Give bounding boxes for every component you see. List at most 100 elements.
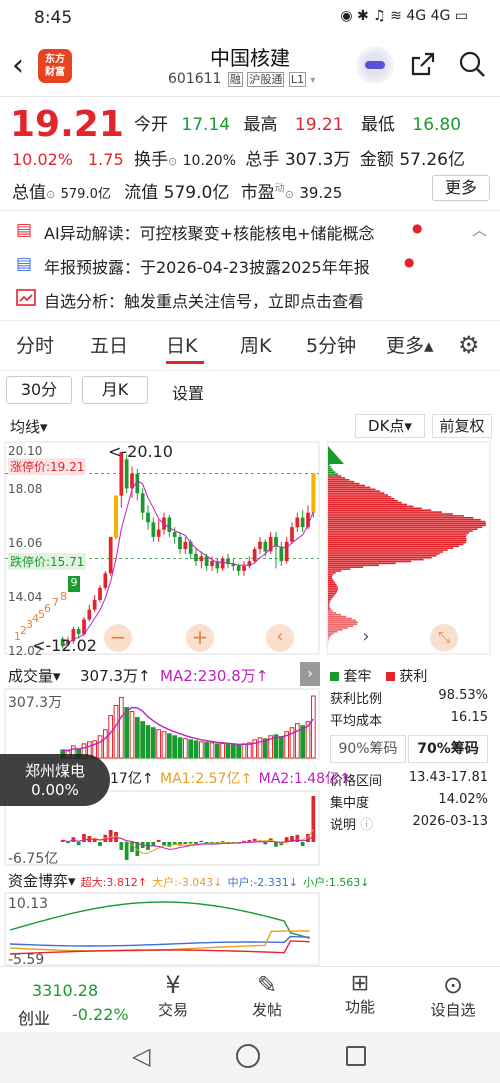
volume-bar — [182, 738, 188, 759]
back-arrow-icon[interactable]: ‹ — [12, 48, 24, 83]
tab-monthly-k[interactable]: 月K — [82, 376, 148, 404]
chip-bar — [328, 541, 466, 544]
fullscreen-icon[interactable]: ⤡ — [430, 624, 458, 652]
adjust-button[interactable]: 前复权 — [432, 414, 492, 438]
more-button[interactable]: 更多 — [432, 175, 490, 201]
info-icon[interactable]: ⓘ — [360, 818, 373, 833]
edit-icon: ✎ — [256, 971, 278, 999]
chip-bar — [328, 566, 364, 568]
index-pct[interactable]: -0.22% — [72, 1005, 129, 1024]
volume-bar — [204, 741, 210, 759]
index-value[interactable]: 3310.28 — [32, 981, 98, 1000]
volume-bar — [257, 737, 263, 759]
back-nav-icon[interactable]: ◁ — [132, 1042, 150, 1070]
badge-margin: 融 — [227, 72, 243, 87]
info-icon[interactable]: ⊙ — [168, 155, 177, 168]
chip-bar — [328, 594, 335, 597]
tab-daily-k[interactable]: 日K — [166, 331, 197, 358]
recents-nav-icon[interactable] — [346, 1046, 366, 1066]
robot-avatar-icon[interactable] — [356, 46, 394, 84]
chip-bar — [328, 583, 337, 586]
ma-dropdown[interactable]: 均线▾ — [10, 416, 48, 437]
tab-five-day[interactable]: 五日 — [90, 331, 128, 358]
tab-30min[interactable]: 30分 — [6, 376, 72, 404]
chip-bar — [328, 480, 355, 483]
chip-bar — [328, 509, 432, 511]
chevron-down-icon[interactable]: ▾ — [310, 75, 315, 86]
tab-chip-90[interactable]: 90%筹码 — [330, 735, 406, 763]
chip-bar — [328, 488, 376, 491]
share-icon[interactable] — [409, 50, 437, 78]
pe-label: 市盈 — [240, 183, 275, 203]
chip-bar — [328, 596, 333, 599]
chevron-up-icon[interactable]: ︿ — [472, 219, 487, 240]
chip-bar — [328, 471, 336, 473]
alert-analysis[interactable]: 自选分析：触发重点关注信号，立即点击查看 — [0, 283, 500, 316]
chip-bar — [328, 558, 424, 561]
chip-bar — [328, 600, 331, 603]
tab-weekly-k[interactable]: 周K — [240, 331, 271, 358]
nav-watchlist[interactable]: ⊙ 设自选 — [413, 971, 493, 1020]
status-bar: 8:45 ◉ ✱ ♫ ≋ 4G 4G ▭ — [0, 0, 500, 34]
stat-value: 98.53% — [438, 688, 488, 703]
candle-body — [146, 512, 150, 523]
zoom-out-icon[interactable]: − — [104, 624, 132, 652]
index-name[interactable]: 创业 — [18, 1005, 50, 1029]
nav-post[interactable]: ✎ 发帖 — [227, 971, 307, 1020]
chip-bar — [328, 528, 478, 530]
tab-more[interactable]: 更多▴ — [386, 331, 434, 358]
chip-bar — [328, 547, 454, 549]
tab-chip-70[interactable]: 70%筹码 — [408, 735, 488, 763]
home-nav-icon[interactable] — [236, 1044, 260, 1068]
game-super-line — [9, 940, 310, 955]
dk-dropdown[interactable]: DK点▾ — [355, 414, 425, 438]
chip-bar — [328, 632, 334, 635]
chip-bar — [328, 511, 442, 513]
fund-bar — [183, 842, 188, 844]
badge-connect: 沪股通 — [247, 72, 285, 87]
zoom-in-icon[interactable]: + — [186, 624, 214, 652]
floating-quote-popup[interactable]: 郑州煤电 0.00% — [0, 754, 110, 806]
chip-bar — [328, 610, 333, 612]
candle-body — [295, 517, 300, 528]
game-ytop: 10.13 — [8, 896, 49, 912]
expand-panel-icon[interactable]: › — [300, 662, 320, 686]
fund-game-dropdown[interactable]: 资金博弈▾ — [8, 872, 76, 890]
chip-stat-row: 平均成本 16.15 — [330, 710, 488, 732]
alert-ai[interactable]: ▤ AI异动解读：可控核聚变+核能核电+储能概念 ● ︿ — [0, 215, 500, 248]
mktcap-value: 579.0亿 — [60, 187, 111, 202]
game-small: 小户:1.563↓ — [303, 876, 370, 889]
settings-link[interactable]: 设置 — [172, 380, 204, 404]
volume-bar — [145, 725, 151, 759]
scroll-left-icon[interactable]: ‹ — [266, 624, 294, 652]
game-big: 大户:-3.043↓ — [152, 876, 223, 889]
volume-dropdown[interactable]: 成交量▾ — [8, 665, 61, 686]
volume-value: 307.3万 — [284, 150, 351, 170]
fund-bar — [220, 841, 225, 842]
candle-body — [98, 587, 102, 600]
gear-icon[interactable]: ⚙ — [458, 331, 480, 359]
chip-bar — [328, 520, 486, 523]
info-icon[interactable]: ⊙ — [46, 188, 55, 201]
fund-game-header: 资金博弈▾ 超大:3.812↑ 大户:-3.043↓ 中户:-2.331↓ 小户… — [8, 870, 370, 891]
chip-distribution-chart — [326, 441, 491, 655]
candle-body — [76, 629, 81, 634]
chip-bar — [328, 619, 357, 622]
info-icon[interactable]: ⊙ — [285, 188, 294, 201]
tab-intraday[interactable]: 分时 — [16, 331, 54, 358]
nav-functions[interactable]: ⊞ 功能 — [320, 971, 400, 1017]
quote-row3: 总值⊙ 579.0亿 流值 579.0亿 市盈动⊙ 39.25 — [12, 178, 342, 203]
candle-body — [279, 546, 284, 562]
nav-trade[interactable]: ¥ 交易 — [133, 971, 213, 1020]
tab-5min[interactable]: 5分钟 — [306, 331, 356, 358]
chip-bar — [328, 568, 351, 570]
expand-left-icon[interactable]: › — [352, 624, 380, 652]
fund-ma1-line — [62, 829, 314, 854]
pe-value: 39.25 — [299, 184, 343, 202]
chip-bar — [328, 473, 339, 475]
search-icon[interactable] — [458, 50, 486, 78]
open-value: 17.14 — [181, 115, 231, 135]
alert-report[interactable]: ▤ 年报预披露：于2026-04-23披露2025年年报 ● — [0, 249, 500, 282]
chip-bar — [328, 636, 330, 639]
chip-bar — [328, 549, 448, 551]
